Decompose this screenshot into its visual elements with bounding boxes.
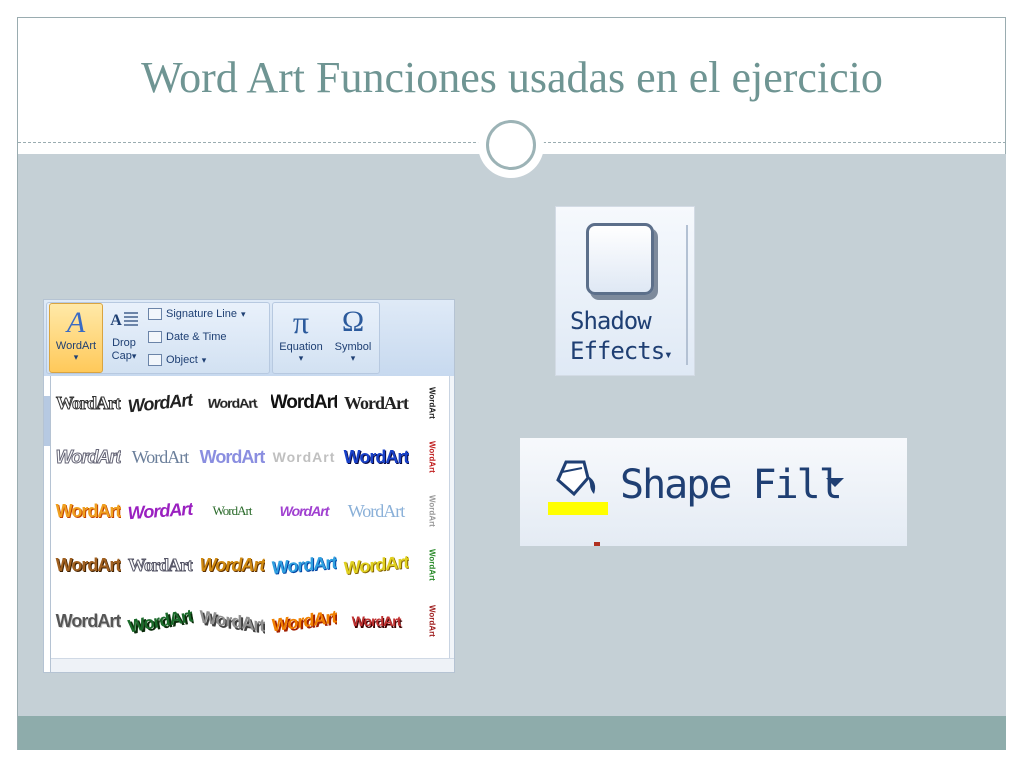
omega-icon: Ω [341, 305, 365, 338]
date-time-label: Date & Time [166, 331, 227, 343]
wordart-gallery: WordArt WordArt WordArt WordArt WordArt … [50, 376, 454, 672]
wordart-vertical-style[interactable]: WordArt [423, 486, 441, 536]
ring-ornament [478, 112, 544, 178]
drop-cap-label: Drop [112, 337, 136, 349]
signature-line-label: Signature Line [166, 308, 237, 320]
wordart-style[interactable]: WordArt [199, 434, 265, 480]
shadow-effects-label[interactable]: Shadow [570, 307, 652, 335]
wordart-ribbon-screenshot: A WordArt ▾ A Drop Cap▾ Signature Line ▾… [43, 299, 455, 673]
shadow-effects-screenshot: Shadow Effects▾ [555, 206, 695, 376]
object-icon [148, 354, 162, 366]
wordart-style[interactable]: WordArt [343, 539, 409, 592]
chevron-down-icon: ▾ [298, 353, 304, 363]
wordart-style[interactable]: WordArt [55, 542, 121, 588]
signature-line-button[interactable]: Signature Line ▾ [148, 305, 245, 323]
wordart-vertical-style[interactable]: WordArt [423, 432, 441, 482]
wordart-style[interactable]: WordArt [125, 486, 194, 536]
wordart-style[interactable]: WordArt [55, 380, 122, 426]
wordart-style[interactable]: WordArt [127, 434, 193, 480]
wordart-style[interactable]: WordArt [127, 542, 194, 588]
chevron-down-icon: ▾ [73, 352, 79, 362]
chevron-down-icon: ▾ [350, 353, 356, 363]
chevron-down-icon: ▾ [201, 354, 207, 365]
drop-cap-label-2: Cap▾ [111, 350, 137, 362]
date-time-button[interactable]: Date & Time [148, 328, 227, 346]
wordart-style[interactable]: WordArt [343, 598, 409, 644]
shape-fill-screenshot: Shape Fill [520, 438, 907, 546]
chevron-down-icon: ▾ [131, 351, 137, 361]
wordart-style[interactable]: WordArt [271, 539, 337, 591]
footer-band [18, 716, 1006, 750]
cursor-mark [594, 542, 600, 546]
divider [686, 225, 688, 365]
wordart-vertical-style[interactable]: WordArt [423, 540, 441, 590]
wordart-style[interactable]: WordArt [271, 434, 337, 480]
chevron-down-icon[interactable] [826, 478, 844, 487]
object-label: Object [166, 354, 198, 366]
wordart-button[interactable]: A WordArt ▾ [49, 303, 103, 373]
wordart-style[interactable]: WordArt [199, 488, 265, 534]
wordart-style[interactable]: WordArt [199, 593, 265, 648]
wordart-style[interactable]: WordArt [343, 434, 409, 480]
wordart-icon: A [66, 306, 86, 339]
ribbon-bar: A WordArt ▾ A Drop Cap▾ Signature Line ▾… [44, 300, 454, 376]
symbols-group: π Equation ▾ Ω Symbol ▾ [272, 302, 380, 374]
wordart-vertical-style[interactable]: WordArt [423, 378, 441, 428]
shadow-effects-label-2[interactable]: Effects▾ [570, 337, 673, 365]
wordart-style[interactable]: WordArt [194, 384, 270, 428]
signature-icon [148, 308, 162, 320]
equation-button[interactable]: π Equation ▾ [275, 303, 327, 371]
wordart-style[interactable]: WordArt [55, 488, 121, 534]
chevron-down-icon: ▾ [664, 347, 673, 363]
wordart-vertical-style[interactable]: WordArt [423, 596, 441, 646]
wordart-style[interactable]: WordArt [55, 598, 121, 644]
wordart-style[interactable]: WordArt [55, 434, 121, 480]
calendar-icon [148, 331, 162, 343]
wordart-style[interactable]: WordArt [271, 488, 337, 534]
wordart-style[interactable]: WordArt [271, 593, 337, 648]
symbol-button[interactable]: Ω Symbol ▾ [329, 303, 377, 371]
wordart-style[interactable]: WordArt [271, 380, 337, 426]
chevron-down-icon: ▾ [240, 308, 246, 319]
pi-icon: π [292, 304, 310, 340]
wordart-style[interactable]: WordArt [343, 380, 409, 426]
wordart-style[interactable]: WordArt [343, 488, 409, 534]
gallery-scrollbar[interactable] [449, 376, 454, 672]
shape-fill-label[interactable]: Shape Fill [620, 462, 843, 508]
wordart-style[interactable]: WordArt [199, 542, 265, 588]
wordart-style[interactable]: WordArt [125, 377, 195, 430]
wordart-style[interactable]: WordArt [124, 593, 197, 650]
paint-bucket-icon [556, 460, 596, 497]
fill-color-swatch [548, 502, 608, 515]
drop-cap-button[interactable]: A Drop Cap▾ [105, 303, 143, 371]
drop-cap-icon: A [105, 303, 143, 337]
gallery-footer [51, 658, 454, 672]
slide-title: Word Art Funciones usadas en el ejercici… [141, 53, 883, 102]
object-button[interactable]: Object ▾ [148, 351, 206, 369]
shadow-effects-icon [586, 223, 654, 295]
